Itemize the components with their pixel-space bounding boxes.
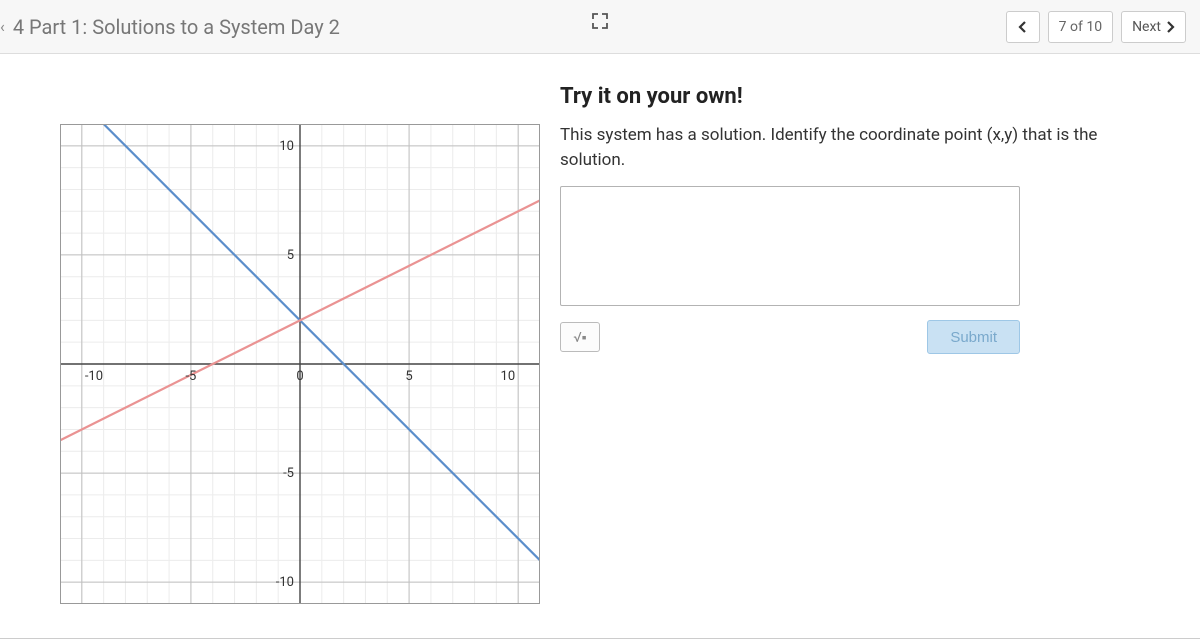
svg-text:5: 5 [287, 248, 294, 263]
lesson-title: 4 Part 1: Solutions to a System Day 2 [13, 15, 340, 39]
svg-text:5: 5 [405, 369, 412, 384]
svg-text:-10: -10 [85, 369, 103, 384]
graph-panel: -10 -5 0 5 10 -10 -5 5 10 [60, 124, 540, 608]
chevron-right-icon [1165, 20, 1175, 34]
svg-text:-5: -5 [185, 369, 196, 384]
svg-text:10: 10 [279, 139, 294, 154]
chevron-left-icon [1018, 20, 1028, 34]
next-button-label: Next [1132, 19, 1161, 35]
coordinate-graph: -10 -5 0 5 10 -10 -5 5 10 [60, 124, 540, 604]
submit-button-label: Submit [950, 329, 997, 346]
submit-button[interactable]: Submit [927, 320, 1020, 354]
svg-text:-5: -5 [283, 466, 294, 481]
svg-text:10: 10 [501, 369, 516, 384]
math-input-toggle[interactable]: √▪ [560, 322, 600, 352]
question-heading: Try it on your own! [560, 84, 1140, 109]
question-prompt: This system has a solution. Identify the… [560, 123, 1140, 172]
page-indicator-label: 7 of 10 [1059, 19, 1102, 35]
expand-icon[interactable] [591, 12, 609, 34]
svg-text:0: 0 [296, 369, 303, 384]
svg-text:-10: -10 [276, 575, 294, 590]
next-button[interactable]: Next [1121, 11, 1186, 43]
answer-input[interactable] [560, 186, 1020, 306]
truncated-left-icon: ‹ [0, 17, 7, 36]
prev-button[interactable] [1006, 11, 1040, 43]
math-input-toggle-label: √▪ [573, 329, 586, 346]
page-indicator: 7 of 10 [1048, 11, 1113, 43]
